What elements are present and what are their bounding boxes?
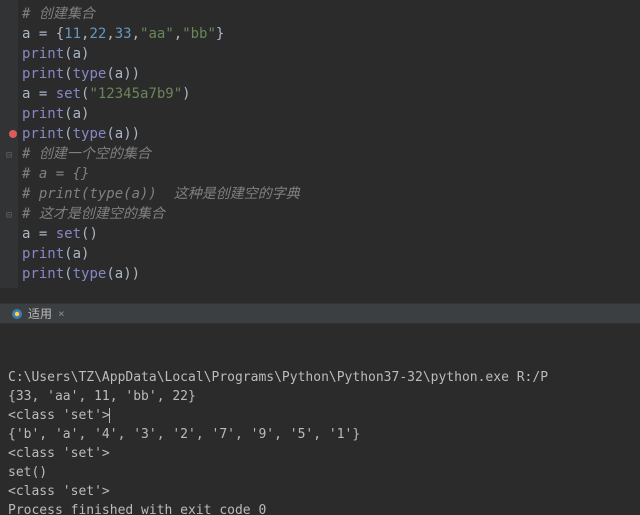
code-token: ( — [106, 66, 114, 82]
code-token: "12345a7b9" — [89, 86, 182, 102]
code-token: , — [132, 26, 140, 42]
code-token: print — [22, 246, 64, 262]
fold-end-icon[interactable]: ⊟ — [6, 206, 12, 226]
code-token: ( — [106, 266, 114, 282]
code-line[interactable]: # 创建集合 — [4, 4, 640, 24]
code-token: )) — [123, 66, 140, 82]
code-token: a — [22, 26, 39, 42]
breakpoint-icon[interactable] — [9, 130, 17, 138]
code-line[interactable]: ⊟ # 创建一个空的集合 — [4, 144, 640, 164]
code-token: = { — [39, 26, 64, 42]
editor-empty-space — [0, 288, 640, 303]
code-token: type — [73, 126, 107, 142]
console-line: Process finished with exit code 0 — [8, 501, 632, 515]
code-token: a — [115, 126, 123, 142]
text-caret — [109, 408, 110, 423]
code-token: ( — [64, 66, 72, 82]
code-token: "bb" — [182, 26, 216, 42]
code-token: set — [56, 226, 81, 242]
code-token: ) — [182, 86, 190, 102]
code-token: )) — [123, 126, 140, 142]
code-token: = — [39, 86, 56, 102]
code-token: } — [216, 26, 224, 42]
code-token: print — [22, 106, 64, 122]
code-line[interactable]: # a = {} — [4, 164, 640, 184]
code-token: set — [56, 86, 81, 102]
code-token: ( — [64, 246, 72, 262]
code-line[interactable]: print(type(a)) — [4, 264, 640, 284]
code-token: () — [81, 226, 98, 242]
code-token: # a = {} — [22, 166, 89, 182]
console-line: {'b', 'a', '4', '3', '2', '7', '9', '5',… — [8, 425, 632, 444]
close-icon[interactable]: × — [58, 307, 65, 320]
code-line[interactable]: print(a) — [4, 44, 640, 64]
code-line[interactable]: # print(type(a)) 这种是创建空的字典 — [4, 184, 640, 204]
code-line[interactable]: print(a) — [4, 104, 640, 124]
code-token: print — [22, 266, 64, 282]
code-token: , — [174, 26, 182, 42]
code-token: print — [22, 46, 64, 62]
code-token: type — [73, 66, 107, 82]
code-token: a — [22, 226, 39, 242]
code-line[interactable]: a = set() — [4, 224, 640, 244]
python-icon — [10, 307, 24, 321]
console-line: <class 'set'> — [8, 482, 632, 501]
console-line: C:\Users\TZ\AppData\Local\Programs\Pytho… — [8, 368, 632, 387]
code-token: # print(type(a)) 这种是创建空的字典 — [22, 186, 300, 202]
code-editor[interactable]: # 创建集合a = {11,22,33,"aa","bb"}print(a)pr… — [0, 0, 640, 288]
console-line: <class 'set'> — [8, 444, 632, 463]
code-line[interactable]: print(type(a)) — [4, 64, 640, 84]
code-token: a — [115, 266, 123, 282]
code-token: 11 — [64, 26, 81, 42]
code-token: ) — [81, 246, 89, 262]
code-line[interactable]: ⊟ # 这才是创建空的集合 — [4, 204, 640, 224]
code-token: # 创建一个空的集合 — [22, 146, 151, 162]
console-line: <class 'set'> — [8, 406, 632, 425]
code-token: ) — [81, 106, 89, 122]
code-token: # 这才是创建空的集合 — [22, 206, 165, 222]
code-token: a — [115, 66, 123, 82]
code-token: ( — [64, 266, 72, 282]
console-output[interactable]: C:\Users\TZ\AppData\Local\Programs\Pytho… — [0, 324, 640, 515]
code-token: 33 — [115, 26, 132, 42]
code-token: ( — [64, 106, 72, 122]
code-token: ( — [106, 126, 114, 142]
code-token: a — [22, 86, 39, 102]
console-line: {33, 'aa', 11, 'bb', 22} — [8, 387, 632, 406]
console-tab[interactable]: 适用 × — [4, 305, 71, 322]
code-token: a — [73, 46, 81, 62]
code-token: print — [22, 126, 64, 142]
code-token: a — [73, 246, 81, 262]
code-token: , — [106, 26, 114, 42]
code-line[interactable]: a = {11,22,33,"aa","bb"} — [4, 24, 640, 44]
code-token: type — [73, 266, 107, 282]
code-line[interactable]: print(type(a)) — [4, 124, 640, 144]
code-token: print — [22, 66, 64, 82]
console-tabbar: 适用 × — [0, 303, 640, 324]
code-token: )) — [123, 266, 140, 282]
console-tab-label: 适用 — [28, 305, 52, 322]
code-token: ( — [64, 126, 72, 142]
code-token: ( — [64, 46, 72, 62]
fold-start-icon[interactable]: ⊟ — [6, 146, 12, 166]
code-token: "aa" — [140, 26, 174, 42]
code-line[interactable]: print(a) — [4, 244, 640, 264]
code-token: = — [39, 226, 56, 242]
console-line: set() — [8, 463, 632, 482]
code-token: # 创建集合 — [22, 6, 95, 22]
code-token: 22 — [89, 26, 106, 42]
code-token: a — [73, 106, 81, 122]
code-line[interactable]: a = set("12345a7b9") — [4, 84, 640, 104]
code-token: ) — [81, 46, 89, 62]
